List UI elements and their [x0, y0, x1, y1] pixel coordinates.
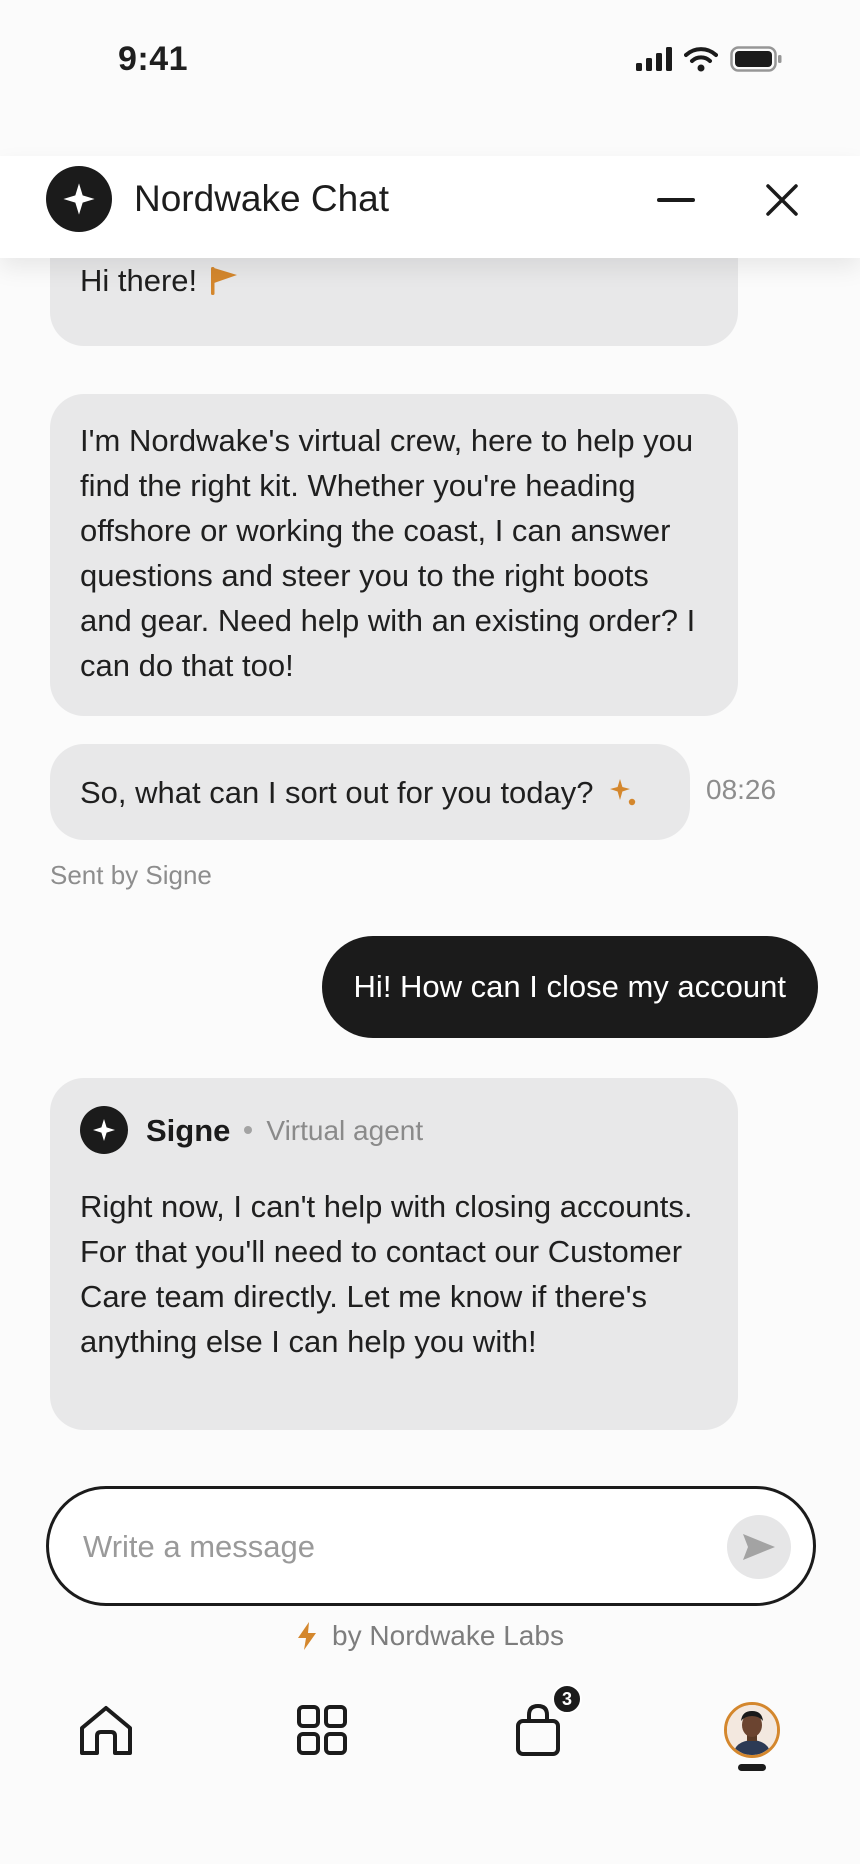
bottom-nav: 3 [0, 1684, 860, 1810]
sparkle-icon [63, 183, 95, 215]
agent-name: Signe [146, 1112, 231, 1148]
powered-by-text: by Nordwake Labs [332, 1620, 564, 1651]
agent-header: Signe Virtual agent [80, 1106, 423, 1154]
close-icon [766, 184, 798, 216]
message-input[interactable] [83, 1519, 683, 1575]
shopping-bag-icon [516, 1703, 560, 1756]
message-bubble-intro: I'm Nordwake's virtual crew, here to hel… [50, 394, 738, 716]
agent-role: Virtual agent [266, 1114, 424, 1146]
nav-home[interactable] [66, 1690, 146, 1770]
chat-title: Nordwake Chat [134, 178, 390, 219]
minimize-button[interactable] [646, 170, 706, 230]
message-text: So, what can I sort out for you today? [80, 774, 594, 810]
status-bar: 9:41 [0, 0, 860, 120]
powered-by: by Nordwake Labs [0, 1620, 860, 1652]
message-timestamp: 08:26 [706, 774, 777, 805]
home-icon [80, 1706, 132, 1755]
agent-avatar [80, 1106, 128, 1154]
nav-categories[interactable] [282, 1690, 362, 1770]
cart-count-badge: 3 [552, 1684, 582, 1714]
brand-logo [46, 166, 112, 232]
send-icon [743, 1534, 775, 1560]
message-bubble-agent-reply: Signe Virtual agent Right now, I can't h… [50, 1078, 738, 1430]
minus-icon [657, 198, 695, 202]
status-time: 9:41 [118, 40, 189, 78]
sender-caption: Sent by Signe [50, 860, 212, 890]
message-bubble-prompt: So, what can I sort out for you today? [50, 744, 690, 840]
sparkles-icon [609, 779, 635, 806]
separator-dot [244, 1126, 253, 1134]
wifi-icon [684, 47, 718, 72]
active-tab-indicator [738, 1764, 766, 1771]
message-composer [46, 1486, 816, 1606]
message-text: Hi there! [80, 263, 198, 298]
sparkle-icon [93, 1119, 115, 1141]
nav-profile[interactable] [712, 1690, 792, 1770]
close-button[interactable] [752, 170, 812, 230]
signal-icon [636, 47, 672, 71]
status-icons [636, 46, 782, 72]
user-portrait-icon [727, 1705, 777, 1755]
flag-icon [211, 266, 238, 295]
avatar [724, 1702, 780, 1758]
chat-header: Nordwake Chat [0, 156, 860, 258]
battery-icon [730, 46, 782, 72]
grid-icon [297, 1705, 347, 1755]
lightning-icon [298, 1622, 317, 1650]
user-message-bubble: Hi! How can I close my account [321, 936, 818, 1038]
send-button[interactable] [727, 1515, 791, 1579]
message-text: Right now, I can't help with closing acc… [80, 1189, 693, 1359]
message-list[interactable]: Hi there! I'm Nordwake's virtual crew, h… [0, 230, 860, 1470]
